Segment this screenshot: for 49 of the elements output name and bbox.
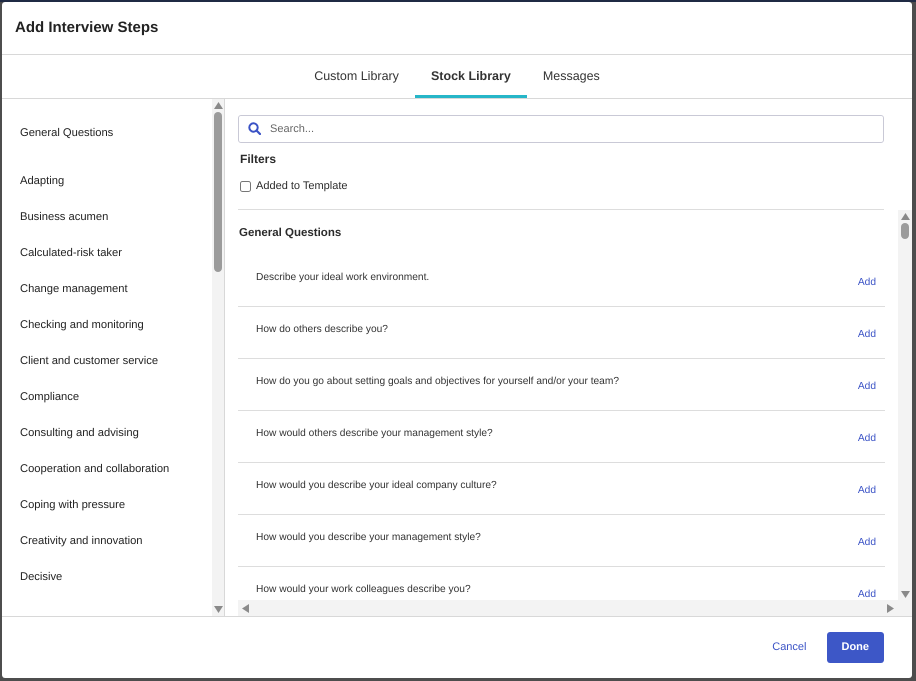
tab[interactable]: Stock Library bbox=[414, 55, 527, 98]
question-text: How do others describe you? bbox=[256, 322, 388, 336]
scroll-left-icon[interactable] bbox=[242, 604, 249, 612]
sidebar-item[interactable]: Client and customer service bbox=[20, 343, 158, 379]
add-link[interactable]: Add bbox=[858, 274, 876, 288]
search-field[interactable]: Search... bbox=[238, 115, 884, 143]
add-link[interactable]: Add bbox=[858, 482, 876, 496]
sidebar-item[interactable]: Adapting bbox=[20, 163, 64, 199]
sidebar-item[interactable]: Compliance bbox=[20, 379, 80, 415]
done-button[interactable]: Done bbox=[826, 632, 884, 663]
scrollbar-thumb[interactable] bbox=[901, 222, 909, 238]
tab[interactable]: Messages bbox=[526, 55, 616, 98]
sidebar-item[interactable]: Coping with pressure bbox=[20, 487, 126, 523]
add-link[interactable]: Add bbox=[858, 534, 876, 548]
question-text: Describe your ideal work environment. bbox=[256, 270, 430, 284]
sidebar-item[interactable]: Checking and monitoring bbox=[20, 307, 144, 343]
section-heading: General Questions bbox=[239, 226, 342, 240]
question-text: How would others describe your management style? bbox=[256, 426, 493, 440]
sidebar-item[interactable]: Cooperation and collaboration bbox=[20, 451, 170, 487]
add-link[interactable]: Add bbox=[858, 378, 876, 392]
sidebar-item[interactable]: Creativity and innovation bbox=[20, 523, 143, 559]
cancel-button[interactable]: Cancel bbox=[760, 633, 818, 662]
dialog-title: Add Interview Steps bbox=[15, 18, 158, 38]
sidebar-item[interactable]: Calculated-risk taker bbox=[20, 235, 122, 271]
question-text: How do you go about setting goals and objectives for yourself and/or your team? bbox=[256, 374, 620, 388]
filters-heading: Filters bbox=[240, 151, 278, 168]
scrollbar[interactable] bbox=[238, 600, 898, 616]
sidebar-item[interactable]: Change management bbox=[20, 271, 128, 307]
add-link[interactable]: Add bbox=[858, 586, 876, 600]
question-text: How would you describe your ideal company culture? bbox=[256, 478, 497, 492]
sidebar-item[interactable]: Business acumen bbox=[20, 199, 108, 235]
question-text: How would you describe your management style? bbox=[256, 530, 481, 544]
sidebar-item[interactable]: General Questions bbox=[20, 103, 114, 163]
scrollbar-thumb[interactable] bbox=[214, 112, 222, 272]
checkbox-label: Added to Template bbox=[256, 179, 348, 194]
scrollbar[interactable] bbox=[212, 99, 224, 616]
tab[interactable]: Custom Library bbox=[298, 55, 415, 98]
add-link[interactable]: Add bbox=[858, 326, 876, 340]
scroll-right-icon[interactable] bbox=[887, 604, 894, 612]
scroll-down-icon[interactable] bbox=[214, 606, 222, 613]
scrollbar[interactable] bbox=[898, 210, 912, 616]
question-text: How would your work colleagues describe you? bbox=[256, 582, 471, 596]
scroll-down-icon[interactable] bbox=[900, 591, 910, 598]
sidebar-item[interactable]: Decisive bbox=[20, 559, 62, 595]
add-link[interactable]: Add bbox=[858, 430, 876, 444]
scroll-up-icon[interactable] bbox=[900, 212, 910, 220]
checkbox[interactable] bbox=[240, 180, 251, 192]
scroll-up-icon[interactable] bbox=[214, 102, 222, 109]
sidebar-item[interactable]: Consulting and advising bbox=[20, 415, 139, 451]
